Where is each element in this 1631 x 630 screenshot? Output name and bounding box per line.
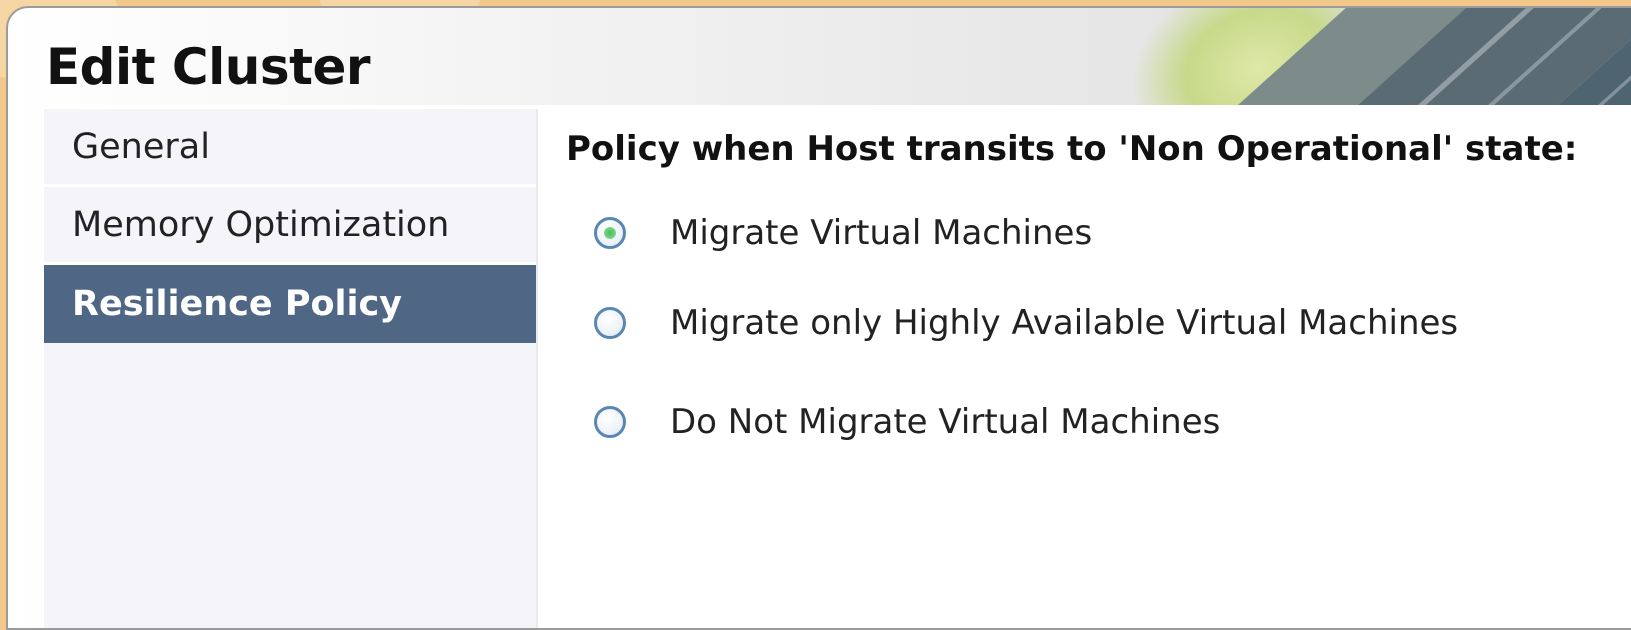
sidebar-item-resilience-policy[interactable]: Resilience Policy xyxy=(44,265,536,343)
sidebar-item-label: Resilience Policy xyxy=(72,284,403,324)
radio-option-label: Do Not Migrate Virtual Machines xyxy=(670,402,1221,442)
radio-option-label: Migrate Virtual Machines xyxy=(670,213,1093,253)
sidebar-item-label: General xyxy=(72,126,210,167)
radio-button[interactable] xyxy=(594,307,626,339)
sidebar-item-label: Memory Optimization xyxy=(72,204,450,245)
radio-option-label: Migrate only Highly Available Virtual Ma… xyxy=(670,303,1459,343)
dialog-title: Edit Cluster xyxy=(46,38,371,96)
policy-heading: Policy when Host transits to 'Non Operat… xyxy=(566,129,1578,169)
radio-option-migrate-ha-vms[interactable]: Migrate only Highly Available Virtual Ma… xyxy=(594,303,1458,343)
resilience-policy-panel: Policy when Host transits to 'Non Operat… xyxy=(566,105,1631,628)
edit-cluster-dialog: Edit Cluster General Memory Optimization… xyxy=(6,6,1631,630)
radio-option-migrate-vms[interactable]: Migrate Virtual Machines xyxy=(594,213,1092,253)
radio-selected-dot-icon xyxy=(604,227,616,239)
radio-button[interactable] xyxy=(594,406,626,438)
sidebar: General Memory Optimization Resilience P… xyxy=(44,109,538,628)
sidebar-item-general[interactable]: General xyxy=(44,109,536,187)
radio-option-do-not-migrate[interactable]: Do Not Migrate Virtual Machines xyxy=(594,402,1220,442)
sidebar-item-memory-optimization[interactable]: Memory Optimization xyxy=(44,187,536,265)
titlebar-decoration xyxy=(1088,8,1631,118)
radio-button-selected[interactable] xyxy=(594,217,626,249)
dialog-content: General Memory Optimization Resilience P… xyxy=(42,105,1631,628)
